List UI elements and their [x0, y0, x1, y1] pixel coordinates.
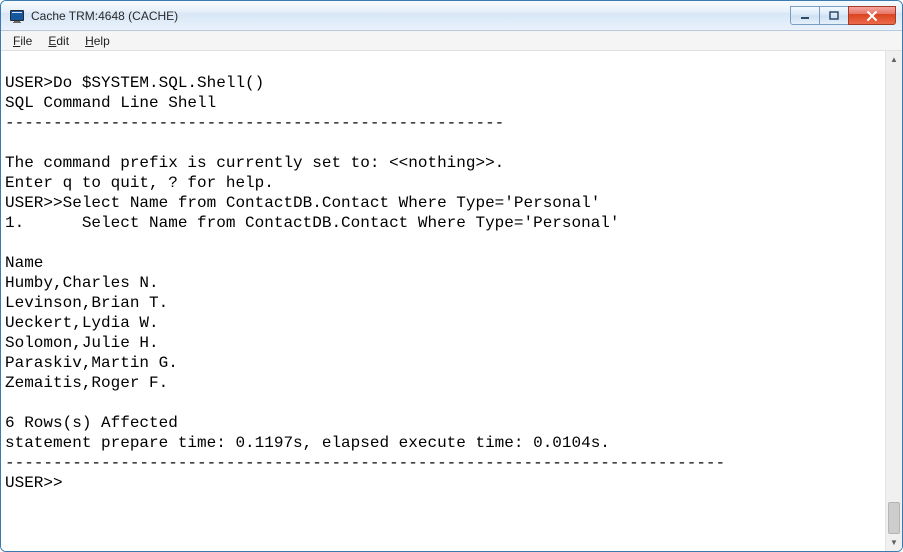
menubar: File Edit Help: [1, 31, 902, 51]
scroll-thumb[interactable]: [888, 502, 900, 534]
scroll-down-arrow-icon[interactable]: ▼: [886, 534, 902, 551]
app-icon: [9, 8, 25, 24]
maximize-button[interactable]: [819, 6, 849, 25]
menu-help[interactable]: Help: [77, 33, 118, 49]
terminal-output[interactable]: USER>Do $SYSTEM.SQL.Shell() SQL Command …: [1, 51, 885, 551]
minimize-button[interactable]: [790, 6, 820, 25]
content-area: USER>Do $SYSTEM.SQL.Shell() SQL Command …: [1, 51, 902, 551]
menu-file[interactable]: File: [5, 33, 40, 49]
window-title: Cache TRM:4648 (CACHE): [31, 9, 791, 23]
window-controls: [791, 6, 896, 25]
close-button[interactable]: [848, 6, 896, 25]
vertical-scrollbar[interactable]: ▲ ▼: [885, 51, 902, 551]
titlebar[interactable]: Cache TRM:4648 (CACHE): [1, 1, 902, 31]
scroll-up-arrow-icon[interactable]: ▲: [886, 51, 902, 68]
scroll-track[interactable]: [886, 68, 902, 534]
app-window: Cache TRM:4648 (CACHE) File Edit Help US…: [0, 0, 903, 552]
menu-edit[interactable]: Edit: [40, 33, 77, 49]
